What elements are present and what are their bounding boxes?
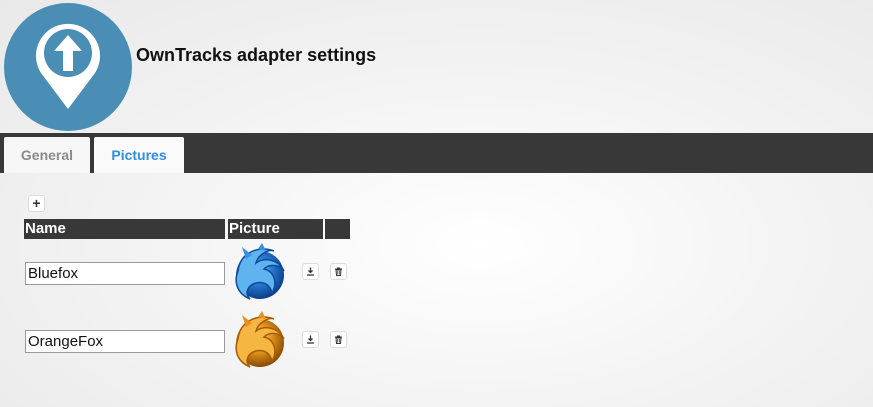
page-title: OwnTracks adapter settings [136, 45, 377, 65]
upload-icon [307, 335, 314, 344]
bluefox-icon [235, 243, 285, 300]
picture-name-input[interactable] [25, 330, 225, 353]
column-header-actions [325, 219, 350, 239]
trash-icon [335, 335, 342, 344]
column-header-picture: Picture [228, 219, 323, 239]
delete-picture-button[interactable] [330, 263, 347, 280]
table-row [0, 309, 873, 375]
picture-name-input[interactable] [25, 262, 225, 285]
owntracks-logo-icon [4, 3, 132, 131]
tab-pictures[interactable]: Pictures [94, 137, 184, 173]
table-row [0, 241, 873, 307]
plus-icon: + [32, 195, 41, 211]
upload-icon [307, 267, 314, 276]
tab-general[interactable]: General [4, 137, 90, 173]
add-picture-button[interactable]: + [28, 195, 45, 212]
tab-bar: General Pictures [0, 133, 873, 173]
trash-icon [335, 267, 342, 276]
upload-picture-button[interactable] [302, 263, 319, 280]
orangefox-icon [235, 311, 285, 368]
delete-picture-button[interactable] [330, 331, 347, 348]
column-header-name: Name [24, 219, 225, 239]
upload-picture-button[interactable] [302, 331, 319, 348]
